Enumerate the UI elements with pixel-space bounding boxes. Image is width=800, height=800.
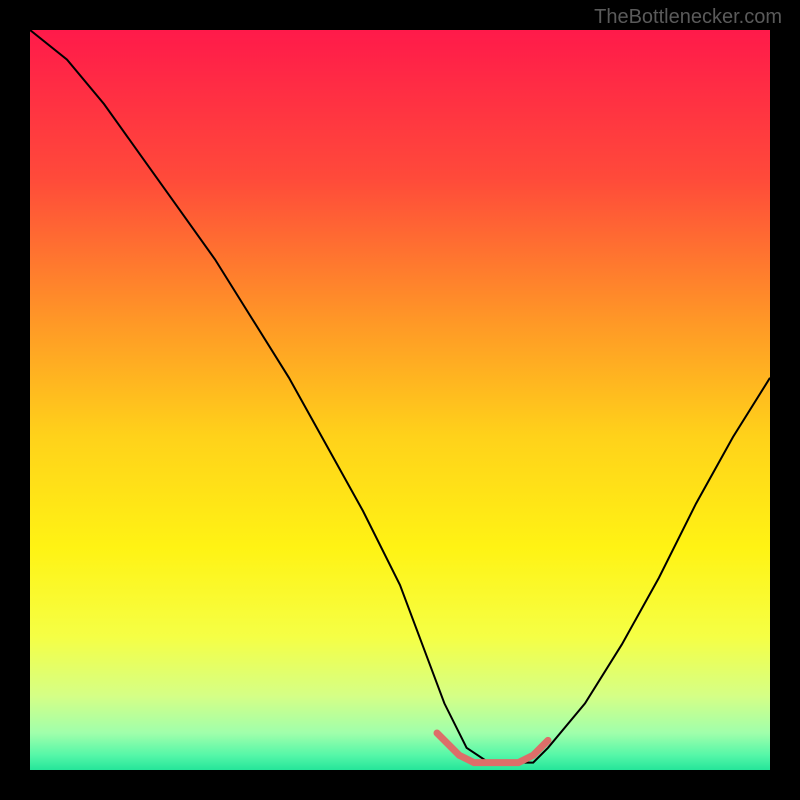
bottleneck-chart bbox=[30, 30, 770, 770]
chart-svg bbox=[30, 30, 770, 770]
watermark-label: TheBottlenecker.com bbox=[594, 6, 782, 29]
background-gradient-rect bbox=[30, 30, 770, 770]
